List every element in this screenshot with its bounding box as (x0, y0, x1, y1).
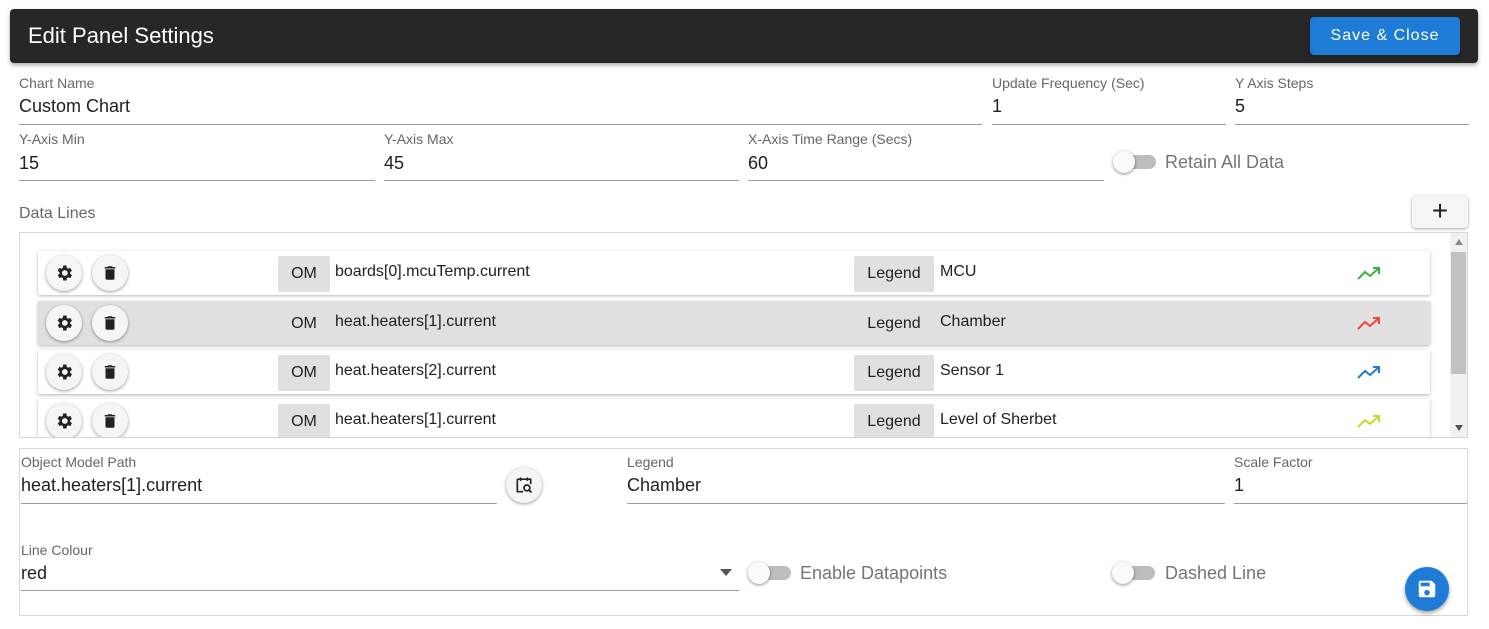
dashed-line-toggle-thumb[interactable] (1112, 562, 1134, 584)
om-chip[interactable]: OM (278, 256, 330, 292)
data-lines-list: OM boards[0].mcuTemp.current Legend MCU … (19, 232, 1468, 438)
row-delete-button[interactable] (92, 305, 128, 341)
scale-factor-underline (1234, 503, 1467, 504)
save-line-button[interactable] (1405, 567, 1449, 611)
data-lines-title: Data Lines (19, 205, 96, 222)
row-settings-button[interactable] (46, 305, 82, 341)
object-model-path-input[interactable]: heat.heaters[1].current (21, 475, 202, 496)
legend-chip[interactable]: Legend (854, 256, 934, 292)
scroll-down-icon[interactable] (1454, 424, 1464, 432)
trending-up-icon (1357, 317, 1380, 330)
trash-icon (104, 316, 116, 330)
row-delete-button[interactable] (92, 403, 128, 437)
update-frequency-input[interactable]: 1 (992, 96, 1002, 117)
x-axis-range-underline (748, 180, 1104, 181)
row-delete-button[interactable] (92, 354, 128, 390)
trash-icon (104, 414, 116, 428)
enable-datapoints-label: Enable Datapoints (800, 563, 948, 583)
gear-icon (57, 413, 72, 429)
chart-name-underline (19, 124, 982, 125)
dashed-line-label: Dashed Line (1165, 563, 1267, 583)
row-legend: Chamber (940, 313, 1006, 330)
data-line-row-selected[interactable]: OM heat.heaters[1].current Legend Chambe… (38, 301, 1430, 345)
trending-up-icon (1357, 267, 1380, 280)
y-axis-steps-underline (1235, 124, 1469, 125)
line-colour-select[interactable]: red (21, 563, 47, 584)
floppy-disk-icon (1418, 580, 1436, 598)
data-lines-scroll-thumb[interactable] (1451, 252, 1466, 374)
dialog-title: Edit Panel Settings (28, 23, 214, 48)
scroll-up-icon[interactable] (1454, 238, 1464, 246)
row-path: heat.heaters[1].current (335, 411, 496, 428)
update-frequency-underline (992, 124, 1226, 125)
trash-icon (104, 266, 116, 280)
trash-icon (104, 365, 116, 379)
legend-underline (627, 503, 1225, 504)
y-axis-min-input[interactable]: 15 (19, 153, 39, 174)
x-axis-range-input[interactable]: 60 (748, 153, 768, 174)
legend-chip[interactable]: Legend (854, 355, 934, 391)
object-model-path-label: Object Model Path (21, 454, 137, 470)
om-chip[interactable]: OM (278, 306, 330, 342)
legend-input[interactable]: Chamber (627, 475, 701, 496)
om-chip[interactable]: OM (278, 404, 330, 437)
scale-factor-input[interactable]: 1 (1234, 475, 1244, 496)
legend-chip[interactable]: Legend (854, 404, 934, 437)
retain-all-data-toggle-thumb[interactable] (1113, 151, 1135, 173)
line-colour-label: Line Colour (21, 542, 93, 558)
trending-up-icon (1357, 415, 1380, 428)
chart-name-label: Chart Name (19, 75, 95, 91)
y-axis-steps-input[interactable]: 5 (1235, 96, 1245, 117)
object-model-path-underline (21, 503, 497, 504)
trending-up-icon (1357, 366, 1380, 379)
row-delete-button[interactable] (92, 255, 128, 291)
line-colour-underline (21, 590, 739, 591)
row-settings-button[interactable] (46, 354, 82, 390)
scale-factor-label: Scale Factor (1234, 454, 1313, 470)
retain-all-data-label: Retain All Data (1165, 152, 1285, 172)
gear-icon (57, 364, 72, 380)
dialog-header: Edit Panel Settings Save & Close (10, 9, 1478, 63)
row-path: heat.heaters[1].current (335, 313, 496, 330)
y-axis-steps-label: Y Axis Steps (1235, 75, 1314, 91)
caret-down-icon[interactable] (720, 569, 732, 577)
y-axis-max-input[interactable]: 45 (384, 153, 404, 174)
y-axis-max-label: Y-Axis Max (384, 131, 454, 147)
gear-icon (57, 315, 72, 331)
save-close-button[interactable]: Save & Close (1310, 17, 1460, 55)
row-path: boards[0].mcuTemp.current (335, 263, 530, 280)
om-chip[interactable]: OM (278, 355, 330, 391)
update-frequency-label: Update Frequency (Sec) (992, 75, 1145, 91)
chart-name-input[interactable]: Custom Chart (19, 96, 130, 117)
browse-object-model-button[interactable] (506, 467, 542, 503)
row-settings-button[interactable] (46, 255, 82, 291)
legend-label: Legend (627, 454, 674, 470)
row-legend: Sensor 1 (940, 362, 1005, 379)
legend-chip[interactable]: Legend (854, 306, 934, 342)
y-axis-min-label: Y-Axis Min (19, 131, 85, 147)
row-legend: Level of Sherbet (940, 411, 1057, 428)
row-legend: MCU (940, 263, 977, 280)
y-axis-max-underline (384, 180, 739, 181)
x-axis-range-label: X-Axis Time Range (Secs) (748, 131, 913, 147)
enable-datapoints-toggle-thumb[interactable] (748, 562, 770, 584)
add-data-line-button[interactable]: + (1412, 196, 1468, 228)
gear-icon (57, 265, 72, 281)
data-line-row[interactable]: OM boards[0].mcuTemp.current Legend MCU (38, 251, 1430, 295)
calendar-search-icon (516, 477, 533, 494)
row-path: heat.heaters[2].current (335, 362, 496, 379)
data-line-row[interactable]: OM heat.heaters[2].current Legend Sensor… (38, 350, 1430, 394)
y-axis-min-underline (19, 180, 375, 181)
row-settings-button[interactable] (46, 403, 82, 437)
data-line-row[interactable]: OM heat.heaters[1].current Legend Level … (38, 399, 1430, 437)
